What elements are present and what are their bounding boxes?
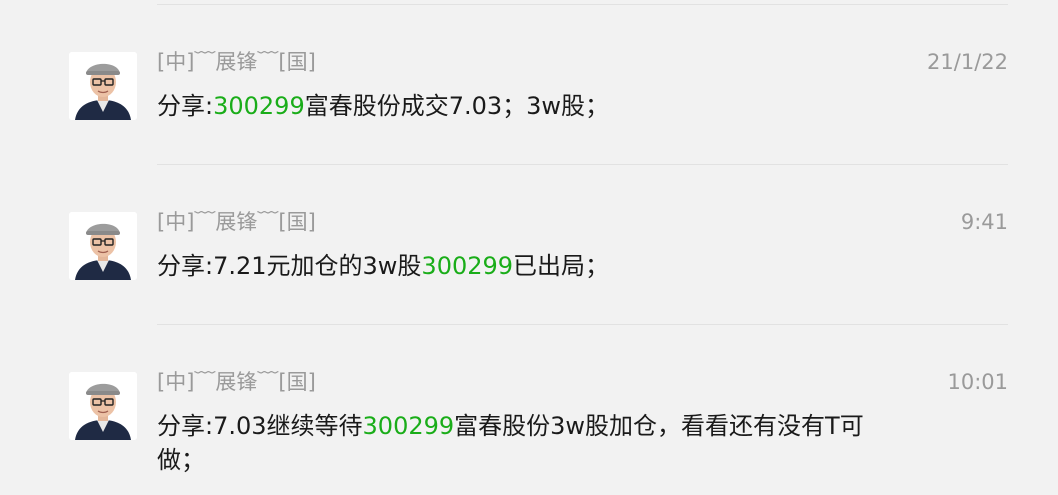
message-time: 21/1/22 [927, 50, 1008, 74]
sender-name: [中]﹋展锋﹋[国] [157, 210, 316, 234]
stock-code-link[interactable]: 300299 [363, 412, 455, 440]
text-suffix: 已出局； [513, 252, 610, 280]
sender-name: [中]﹋展锋﹋[国] [157, 370, 316, 394]
divider [157, 164, 1008, 165]
stock-code-link[interactable]: 300299 [421, 252, 513, 280]
avatar[interactable] [69, 52, 137, 120]
message-time: 9:41 [960, 210, 1008, 234]
divider [157, 324, 1008, 325]
text-prefix: 分享:7.21元加仓的3w股 [157, 252, 422, 280]
stock-code-link[interactable]: 300299 [213, 92, 305, 120]
message-text[interactable]: 分享:7.03继续等待300299富春股份3w股加仓，看看还有没有T可做； [157, 409, 867, 477]
avatar-photo-icon [69, 372, 137, 440]
text-prefix: 分享: [157, 92, 214, 120]
sender-name: [中]﹋展锋﹋[国] [157, 50, 316, 74]
message-list: [中]﹋展锋﹋[国] 21/1/22 分享:300299富春股份成交7.03；3… [0, 0, 1058, 495]
divider [157, 4, 1008, 5]
message-time: 10:01 [947, 370, 1008, 394]
text-suffix: 富春股份成交7.03；3w股； [304, 92, 610, 120]
avatar-photo-icon [69, 212, 137, 280]
avatar-photo-icon [69, 52, 137, 120]
avatar[interactable] [69, 212, 137, 280]
text-prefix: 分享:7.03继续等待 [157, 412, 363, 440]
message-text[interactable]: 分享:300299富春股份成交7.03；3w股； [157, 89, 867, 123]
message-text[interactable]: 分享:7.21元加仓的3w股300299已出局； [157, 249, 867, 283]
avatar[interactable] [69, 372, 137, 440]
